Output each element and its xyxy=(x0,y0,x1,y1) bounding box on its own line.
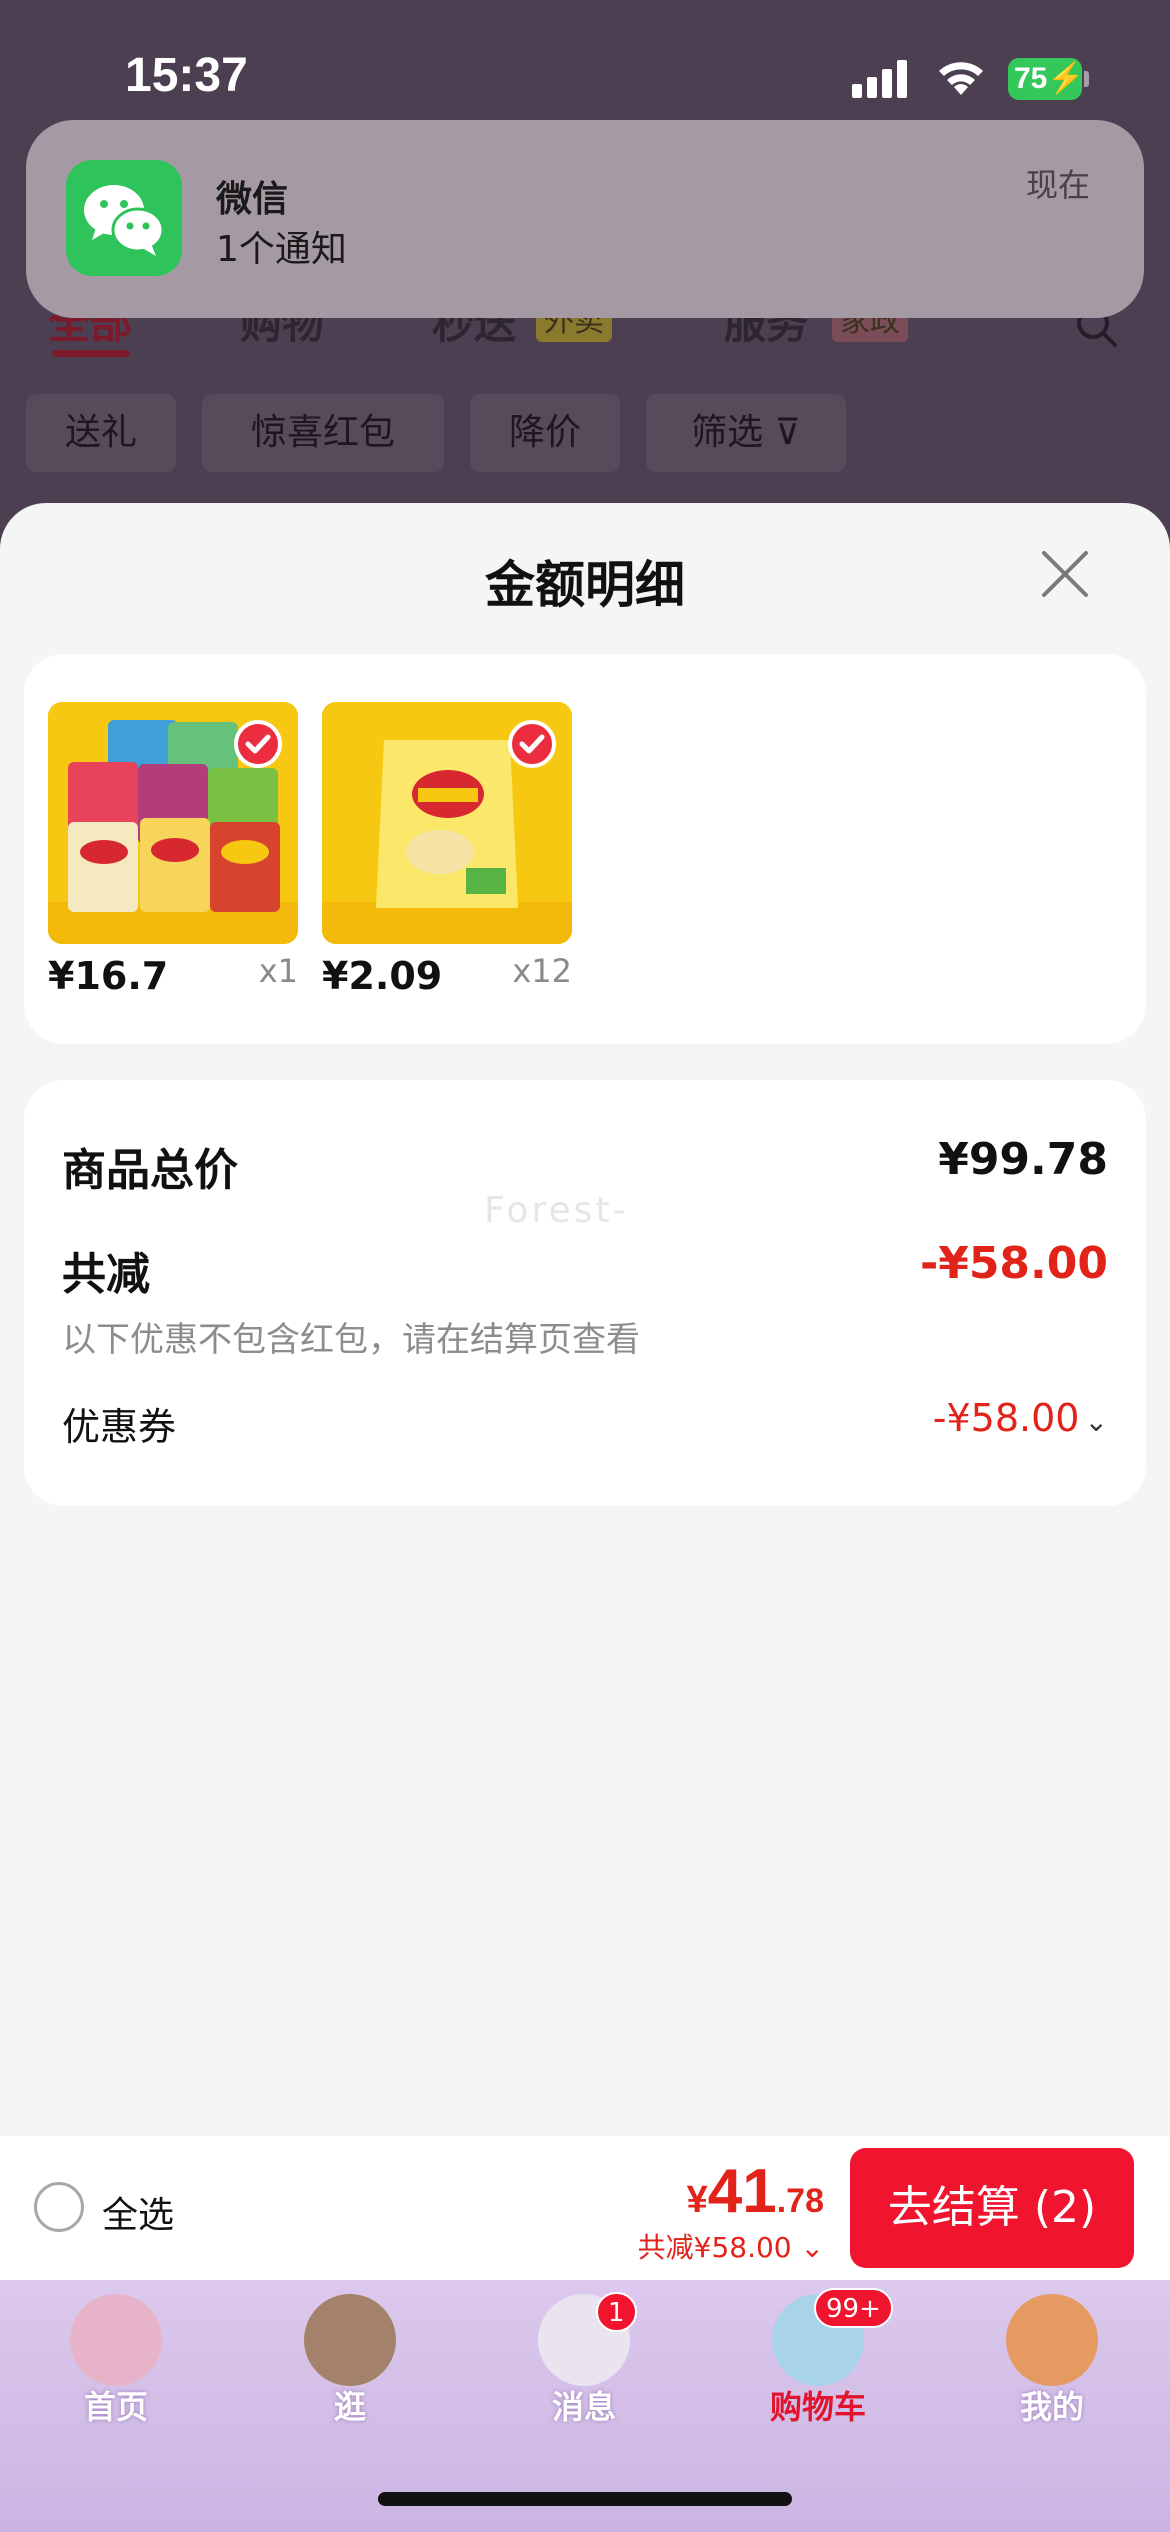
product-quantity: x1 xyxy=(258,952,298,990)
total-row: 商品总价 ¥99.78 xyxy=(62,1134,1108,1196)
product-quantity: x12 xyxy=(512,952,572,990)
tab-browse[interactable]: 逛 xyxy=(270,2290,430,2440)
chip-red-packet[interactable]: 惊喜红包 xyxy=(202,394,444,472)
tab-label: 消息 xyxy=(551,2388,616,2426)
product-image-chips-bag xyxy=(322,702,572,944)
product-image-chips-assortment xyxy=(48,702,298,944)
total-price: ¥41.78 xyxy=(686,2157,824,2226)
notification-banner[interactable]: 微信 1个通知 现在 xyxy=(26,120,1144,318)
price-summary-card: Forest- 商品总价 ¥99.78 共减 -¥58.00 以下优惠不包含红包… xyxy=(24,1080,1146,1506)
wifi-icon xyxy=(939,62,983,95)
discount-row: 共减 -¥58.00 xyxy=(62,1238,1108,1300)
wechat-icon xyxy=(66,160,182,276)
tab-cart[interactable]: 99+ 购物车 xyxy=(738,2288,898,2440)
discount-label: 共减 xyxy=(62,1249,150,1300)
notification-title: 微信 xyxy=(216,179,289,220)
home-mascot-icon xyxy=(70,2294,162,2386)
select-all-label[interactable]: 全选 xyxy=(102,2186,174,2238)
signal-icon xyxy=(852,60,907,98)
sheet-title: 金额明细 xyxy=(485,556,685,614)
total-value: ¥99.78 xyxy=(938,1134,1108,1185)
browse-mascot-icon xyxy=(304,2294,396,2386)
tab-label: 购物车 xyxy=(769,2388,866,2426)
chip-filter[interactable]: 筛选 ⊽ xyxy=(646,394,846,472)
selected-check-icon xyxy=(508,720,556,768)
chevron-down-icon: ⌄ xyxy=(800,2231,824,2264)
profile-mascot-icon xyxy=(1006,2294,1098,2386)
checkout-bar: 全选 ¥41.78 共减¥58.00 ⌄ 去结算 (2) xyxy=(0,2136,1170,2280)
battery-level: 75⚡ xyxy=(1008,58,1085,100)
total-label: 商品总价 xyxy=(62,1145,238,1196)
chip-price-drop[interactable]: 降价 xyxy=(470,394,620,472)
messages-badge: 1 xyxy=(596,2292,637,2332)
coupon-label: 优惠券 xyxy=(62,1405,177,1449)
battery-charging-icon: 75⚡ xyxy=(1008,58,1089,100)
tab-home[interactable]: 首页 xyxy=(36,2290,196,2440)
tab-underline xyxy=(52,350,130,357)
cart-badge: 99+ xyxy=(814,2288,893,2328)
tab-label: 我的 xyxy=(1019,2388,1084,2426)
chip-gift[interactable]: 送礼 xyxy=(26,394,176,472)
status-time: 15:37 xyxy=(125,49,248,102)
chevron-down-icon: ⌄ xyxy=(1084,1405,1108,1438)
coupon-value: -¥58.00 xyxy=(932,1396,1080,1440)
discount-value: -¥58.00 xyxy=(919,1238,1108,1289)
tab-profile[interactable]: 我的 xyxy=(972,2290,1132,2440)
home-indicator[interactable] xyxy=(378,2492,792,2506)
checkout-button[interactable]: 去结算 (2) xyxy=(850,2148,1134,2268)
select-all-checkbox[interactable] xyxy=(34,2182,84,2232)
coupon-row[interactable]: 优惠券 -¥58.00 ⌄ xyxy=(62,1396,1108,1452)
product-item[interactable]: ¥16.7 x1 xyxy=(48,702,298,998)
tab-label: 首页 xyxy=(83,2388,148,2426)
notification-body: 1个通知 xyxy=(216,229,347,270)
watermark: Forest- xyxy=(484,1190,629,1231)
chip-filter-label: 筛选 xyxy=(691,412,764,453)
products-card: ¥16.7 x1 ¥2.09 x12 xyxy=(24,654,1146,1044)
tab-messages[interactable]: 1 消息 xyxy=(504,2290,664,2440)
total-saving[interactable]: 共减¥58.00 ⌄ xyxy=(638,2226,824,2266)
product-item[interactable]: ¥2.09 x12 xyxy=(322,702,572,998)
coupon-value-wrap[interactable]: -¥58.00 ⌄ xyxy=(933,1396,1108,1440)
close-icon[interactable] xyxy=(1040,549,1090,599)
status-bar: 15:37 75⚡ xyxy=(0,0,1170,120)
funnel-icon: ⊽ xyxy=(774,412,801,453)
notification-time: 现在 xyxy=(1025,166,1090,204)
product-price: ¥16.7 xyxy=(48,954,169,998)
selected-check-icon xyxy=(234,720,282,768)
product-price: ¥2.09 xyxy=(322,954,443,998)
discount-note: 以下优惠不包含红包，请在结算页查看 xyxy=(62,1320,640,1360)
tab-label: 逛 xyxy=(333,2388,366,2426)
